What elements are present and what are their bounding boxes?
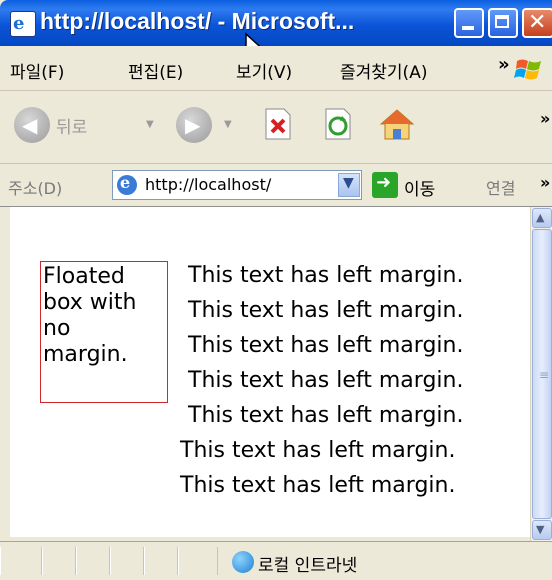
floated-box-line: margin. [43, 342, 128, 367]
windows-logo-icon [514, 59, 541, 80]
page-content: Floated box with no margin. This text ha… [10, 207, 530, 537]
ie-page-icon: e [10, 11, 36, 37]
address-input[interactable]: e http://localhost/ ▼ [112, 170, 362, 200]
floated-box-line: no [43, 316, 71, 341]
address-dropdown-button[interactable]: ▼ [338, 173, 360, 197]
menu-edit[interactable]: 편집(E) [128, 58, 183, 83]
scroll-down-button[interactable]: ▼ [532, 520, 552, 540]
title-bar[interactable]: e http://localhost/ - Microsoft... ✕ [0, 0, 552, 46]
margin-text-line: This text has left margin. [188, 333, 464, 358]
back-arrow-icon: ◀ [22, 113, 38, 137]
forward-arrow-icon: ▶ [185, 113, 201, 137]
ie-page-icon: e [117, 173, 137, 195]
vertical-scrollbar[interactable]: ▲ ≡ ▼ [530, 207, 552, 541]
scroll-up-button[interactable]: ▲ [532, 208, 552, 228]
status-cell [178, 547, 218, 575]
forward-button[interactable]: ▶ [176, 107, 212, 143]
close-icon: ✕ [528, 10, 547, 35]
toolbar-more-chevron[interactable]: » [540, 109, 550, 128]
menu-favorites[interactable]: 즐겨찾기(A) [340, 58, 427, 83]
back-dropdown-icon[interactable]: ▼ [146, 119, 154, 130]
go-button[interactable]: 이동 [404, 175, 435, 200]
security-zone-label: 로컬 인트라넷 [258, 556, 358, 576]
home-icon[interactable] [378, 107, 416, 141]
menu-file[interactable]: 파일(F) [10, 58, 64, 83]
menu-more-chevron[interactable]: » [498, 54, 510, 75]
back-label[interactable]: 뒤로 [56, 113, 87, 138]
margin-text-line: This text has left margin. [188, 403, 464, 428]
address-bar: 주소(D) e http://localhost/ ▼ ➜ 이동 연결 » [0, 164, 552, 207]
margin-text-line: This text has left margin. [188, 368, 464, 393]
floated-box: Floated box with no margin. [40, 261, 168, 403]
margin-text-line: This text has left margin. [180, 473, 456, 498]
forward-dropdown-icon[interactable]: ▼ [224, 119, 232, 130]
scroll-thumb[interactable]: ≡ [532, 229, 552, 519]
chevron-up-icon: ▲ [536, 211, 545, 224]
floated-box-line: box with [43, 290, 137, 315]
window-title: http://localhost/ - Microsoft... [40, 8, 355, 34]
back-button[interactable]: ◀ [14, 107, 50, 143]
address-url[interactable]: http://localhost/ [145, 175, 271, 194]
margin-text-line: This text has left margin. [180, 438, 456, 463]
chevron-down-icon: ▼ [536, 523, 545, 536]
minimize-icon [462, 26, 474, 30]
scroll-grip-icon: ≡ [539, 368, 550, 382]
margin-text-line: This text has left margin. [188, 263, 464, 288]
links-more-chevron[interactable]: » [540, 173, 550, 192]
ie-window: e http://localhost/ - Microsoft... ✕ 파일(… [0, 0, 552, 580]
stop-icon[interactable] [262, 107, 294, 141]
maximize-button[interactable] [488, 8, 518, 38]
floated-box-line: Floated [43, 264, 125, 289]
refresh-icon[interactable] [322, 107, 354, 141]
intranet-globe-icon [232, 551, 254, 573]
status-bar: 로컬 인트라넷 [0, 541, 552, 580]
status-cell [144, 547, 178, 575]
address-label: 주소(D) [8, 179, 63, 198]
menu-bar: 파일(F) 편집(E) 보기(V) 즐겨찾기(A) » [0, 46, 552, 91]
status-cell [76, 547, 110, 575]
menu-view[interactable]: 보기(V) [236, 58, 292, 83]
status-cell [42, 547, 76, 575]
chevron-down-icon: ▼ [343, 175, 354, 191]
minimize-button[interactable] [454, 8, 484, 38]
standard-toolbar: ◀ 뒤로 ▼ ▶ ▼ » [0, 91, 552, 164]
margin-text-line: This text has left margin. [188, 298, 464, 323]
status-cell [0, 547, 42, 575]
status-cell [110, 547, 144, 575]
close-button[interactable]: ✕ [522, 8, 552, 38]
maximize-icon [495, 15, 509, 28]
go-arrow-icon[interactable]: ➜ [372, 172, 398, 198]
links-label[interactable]: 연결 [486, 175, 515, 199]
